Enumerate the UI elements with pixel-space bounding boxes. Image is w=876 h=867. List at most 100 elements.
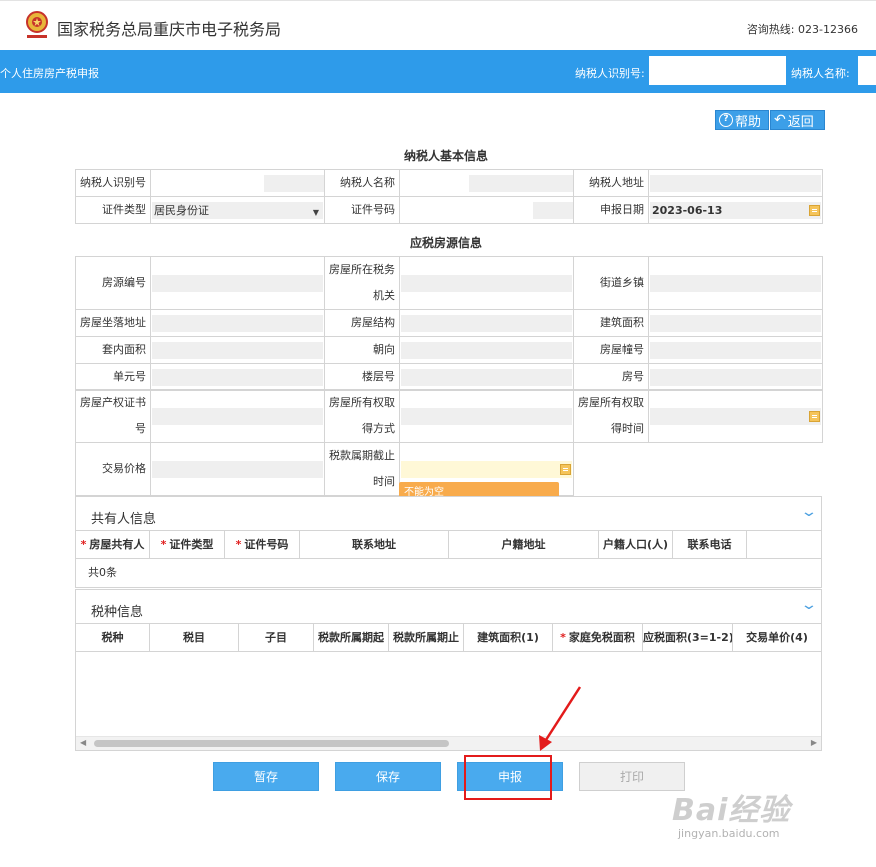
chevron-down-icon[interactable]: ⌄ (800, 597, 818, 613)
period-end-label: 税款属期截止 时间 (324, 442, 400, 496)
record-count: 共0条 (88, 566, 117, 579)
back-label: 返回 (787, 114, 814, 130)
building-no-field[interactable] (650, 341, 821, 359)
chevron-down-icon[interactable]: ⌄ (800, 504, 818, 520)
orientation-field[interactable] (401, 341, 572, 359)
taxpayer-id-field-grey (264, 174, 324, 192)
column-header: 税种 (76, 624, 150, 651)
calendar-icon[interactable] (560, 463, 571, 475)
cert-no-field[interactable] (152, 407, 323, 425)
tax-office-label-line2: 机关 (373, 289, 395, 302)
structure-field[interactable] (401, 314, 572, 332)
location-field[interactable] (152, 314, 323, 332)
taxpayer-id-field (152, 174, 324, 192)
top-header: 国家税务总局重庆市电子税务局 咨询热线: 023-12366 (0, 0, 876, 50)
building-area-field[interactable] (650, 314, 821, 332)
taxpayer-name-field (401, 174, 573, 192)
floor-no-field[interactable] (401, 368, 572, 386)
co-owner-columns: * 房屋共有人 * 证件类型 * 证件号码 联系地址 户籍地址 户籍人口(人) 联系电… (76, 531, 821, 559)
hotline-label: 咨询热线: (746, 23, 795, 36)
back-button[interactable]: ↶ 返回 (770, 110, 825, 130)
calendar-icon[interactable] (809, 410, 820, 422)
street-label: 街道乡镇 (573, 256, 649, 310)
source-no-label: 房源编号 (75, 256, 151, 310)
id-type-select[interactable]: 居民身份证 ▼ (152, 201, 323, 219)
column-header: 税款所属期止 (389, 624, 464, 651)
co-owner-panel-header[interactable]: 共有人信息 ⌄ (76, 497, 821, 531)
property-info-table: 房源编号 房屋所在税务 机关 街道乡镇 房屋坐落地址 房屋结构 建筑面积 套内面积… (75, 256, 823, 391)
trade-price-field[interactable] (152, 460, 323, 478)
column-header: 税款所属期起 (314, 624, 389, 651)
hotline: 咨询热线: 023-12366 (747, 21, 858, 37)
save-button[interactable]: 保存 (335, 762, 441, 791)
back-arrow-icon: ↶ (774, 112, 786, 128)
scroll-left-icon[interactable]: ◀ (80, 738, 86, 747)
tax-columns: 税种 税目 子目 税款所属期起 税款所属期止 建筑面积(1) * 家庭免税面积 应… (76, 624, 821, 652)
column-header: * 证件号码 (225, 531, 300, 558)
taxpayer-name-label: 纳税人名称 (324, 169, 400, 197)
horizontal-scrollbar[interactable]: ◀ ▶ (76, 736, 821, 750)
inner-area-label: 套内面积 (75, 336, 151, 364)
calendar-icon[interactable] (809, 204, 820, 216)
tax-office-field[interactable] (401, 274, 572, 292)
location-label: 房屋坐落地址 (75, 309, 151, 337)
print-button[interactable]: 打印 (579, 762, 685, 791)
header-taxpayer-id-value (649, 56, 786, 85)
basic-info-title: 纳税人基本信息 (404, 149, 489, 163)
scroll-right-icon[interactable]: ▶ (811, 738, 817, 747)
acquire-time-label-line1: 房屋所有权取 (578, 396, 644, 409)
help-button[interactable]: ? 帮助 (715, 110, 769, 130)
save-draft-button[interactable]: 暂存 (213, 762, 319, 791)
column-header: 应税面积(3=1-2) (643, 624, 733, 651)
co-owner-panel: 共有人信息 ⌄ * 房屋共有人 * 证件类型 * 证件号码 联系地址 户籍地址 户籍人… (75, 496, 822, 588)
basic-info-table: 纳税人识别号 纳税人名称 纳税人地址 证件类型 居民身份证 ▼ 证件号码 申报日… (75, 169, 823, 224)
building-no-label: 房屋幢号 (573, 336, 649, 364)
tax-emblem-icon (26, 11, 48, 38)
declare-date-label: 申报日期 (573, 196, 649, 224)
watermark: Bai经验 jingyan.baidu.com (672, 785, 832, 845)
floor-no-label: 楼层号 (324, 363, 400, 391)
source-no-field[interactable] (152, 274, 323, 292)
header-taxpayer-name-label: 纳税人名称: (791, 67, 850, 80)
unit-no-label: 单元号 (75, 363, 151, 391)
property-detail-table: 房屋产权证书号 房屋所有权取 得方式 房屋所有权取 得时间 交易价格 税款属期截止时… (75, 389, 823, 496)
page-name: 个人住房房产税申报 (0, 67, 99, 80)
tax-office-label: 房屋所在税务 机关 (324, 256, 400, 310)
id-type-label: 证件类型 (75, 196, 151, 224)
street-field[interactable] (650, 274, 821, 292)
id-number-field (401, 201, 573, 219)
taxpayer-address-label: 纳税人地址 (573, 169, 649, 197)
tax-panel-title: 税种信息 (91, 605, 144, 620)
acquire-time-field[interactable] (650, 407, 821, 425)
co-owner-panel-title: 共有人信息 (91, 512, 157, 527)
id-number-label: 证件号码 (324, 196, 400, 224)
column-header: 建筑面积(1) (464, 624, 553, 651)
declare-date-field[interactable]: 2023-06-13 (650, 201, 821, 219)
column-header: 联系地址 (300, 531, 449, 558)
property-info-title: 应税房源信息 (410, 236, 483, 250)
room-no-field[interactable] (650, 368, 821, 386)
header-taxpayer-name-value (858, 56, 876, 85)
period-end-field[interactable] (401, 460, 572, 478)
tax-panel-header[interactable]: 税种信息 ⌄ (76, 590, 821, 624)
column-header: 税目 (150, 624, 239, 651)
acquire-way-label: 房屋所有权取 得方式 (324, 389, 400, 443)
acquire-way-field[interactable] (401, 407, 572, 425)
scrollbar-thumb[interactable] (94, 740, 449, 747)
inner-area-field[interactable] (152, 341, 323, 359)
trade-price-label: 交易价格 (75, 442, 151, 496)
column-header: 交易单价(4) (746, 631, 808, 644)
highlight-box (464, 755, 552, 800)
orientation-label: 朝向 (324, 336, 400, 364)
dropdown-arrow-icon: ▼ (312, 207, 319, 217)
taxpayer-name-field-grey (469, 174, 573, 192)
watermark-url: jingyan.baidu.com (678, 827, 780, 840)
column-header: * 房屋共有人 (76, 531, 150, 558)
acquire-time-label: 房屋所有权取 得时间 (573, 389, 649, 443)
required-mark: * (160, 538, 167, 551)
column-header: 联系电话 (673, 531, 747, 558)
required-mark: * (560, 631, 566, 644)
structure-label: 房屋结构 (324, 309, 400, 337)
declare-date-value: 2023-06-13 (652, 203, 723, 217)
unit-no-field[interactable] (152, 368, 323, 386)
